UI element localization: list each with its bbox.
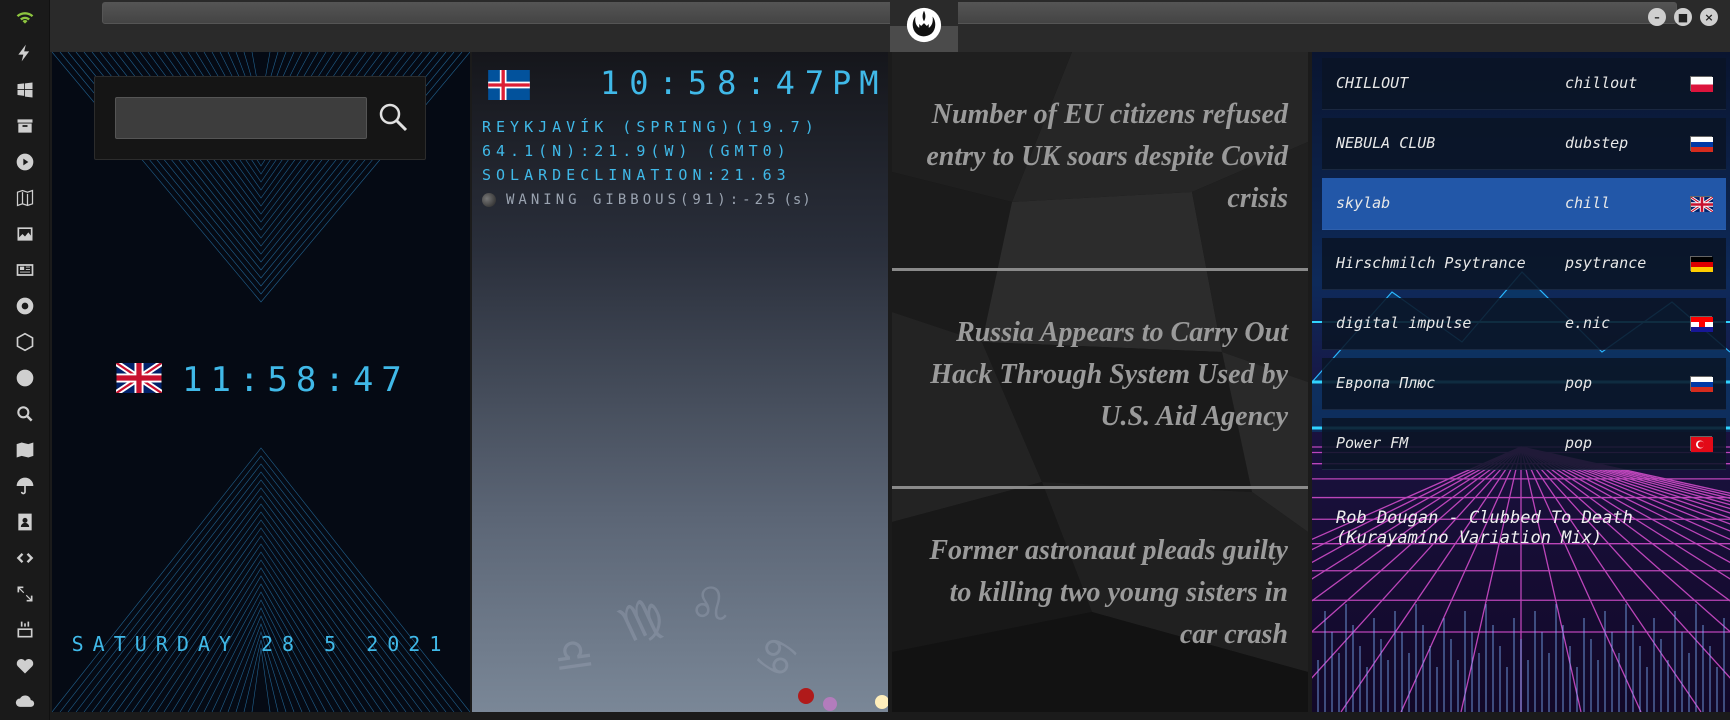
solar-declination-line: SOLARDECLINATION:21.63 <box>482 166 791 184</box>
station-row[interactable]: digital impulse e.nic <box>1322 298 1726 350</box>
zodiac-cancer-icon: ♋ <box>745 623 808 691</box>
world-time-ampm: PM <box>832 64 887 102</box>
station-name: Европа Плюс <box>1336 374 1436 392</box>
station-row[interactable]: CHILLOUT chillout <box>1322 58 1726 110</box>
station-row[interactable]: Hirschmilch Psytrance psytrance <box>1322 238 1726 290</box>
news-headline[interactable]: Former astronaut pleads guilty to killin… <box>912 530 1288 656</box>
station-row[interactable]: skylab chill <box>1322 178 1726 230</box>
globe-icon[interactable] <box>12 365 38 391</box>
station-row[interactable]: Европа Плюс pop <box>1322 358 1726 410</box>
news-divider <box>892 268 1308 271</box>
umbrella-icon[interactable] <box>12 473 38 499</box>
settings-cog-icon[interactable] <box>12 293 38 319</box>
maximize-button[interactable]: ■ <box>1674 8 1692 26</box>
moon-icon <box>482 193 496 207</box>
map-icon[interactable] <box>12 437 38 463</box>
local-clock: 11:58:47 PM <box>116 360 470 400</box>
croatia-flag-icon <box>1690 316 1713 332</box>
map-book-icon[interactable] <box>12 185 38 211</box>
news-divider <box>892 486 1308 489</box>
station-name: Hirschmilch Psytrance <box>1336 254 1526 272</box>
city-line: REYKJAVÍK (SPRING)(19.7) <box>482 118 819 136</box>
station-name: Power FM <box>1336 434 1409 452</box>
world-time: 10:58:47 <box>600 64 835 102</box>
minimize-button[interactable]: – <box>1648 8 1666 26</box>
network-icon[interactable] <box>12 329 38 355</box>
play-icon[interactable] <box>12 149 38 175</box>
now-playing-title: Rob Dougan - Clubbed To Death (Kurayamin… <box>1336 508 1633 548</box>
heart-icon[interactable] <box>12 653 38 679</box>
zodiac-leo-icon: ♌ <box>682 574 737 638</box>
germany-flag-icon <box>1690 256 1713 272</box>
news-panel: Number of EU citizens refused entry to U… <box>892 52 1308 712</box>
local-clock-panel: 11:58:47 PM SATURDAY 28 5 2021 <box>52 52 470 712</box>
coordinates-line: 64.1(N):21.9(W) (GMT0) <box>482 142 791 160</box>
icon-rail <box>0 0 50 720</box>
wifi-icon[interactable] <box>12 4 38 30</box>
date-display: SATURDAY 28 5 2021 <box>71 632 451 656</box>
station-row[interactable]: NEBULA CLUB dubstep <box>1322 118 1726 170</box>
contacts-icon[interactable] <box>12 509 38 535</box>
uk-flag-icon <box>1690 195 1714 214</box>
station-genre: dubstep <box>1565 134 1629 152</box>
station-genre: e.nic <box>1565 314 1611 332</box>
top-bar: – ■ × <box>50 0 1730 52</box>
news-icon[interactable] <box>12 257 38 283</box>
station-genre: pop <box>1565 434 1593 452</box>
russia-flag-icon <box>1690 136 1713 152</box>
turkey-flag-icon <box>1690 436 1713 452</box>
world-clock-panel: 10:58:47 PM REYKJAVÍK (SPRING)(19.7) 64.… <box>472 52 888 712</box>
search-icon[interactable] <box>12 401 38 427</box>
news-headline[interactable]: Number of EU citizens refused entry to U… <box>912 94 1288 220</box>
lightning-icon[interactable] <box>12 40 38 66</box>
local-time: 11:58:47 PM <box>182 360 470 400</box>
station-name: skylab <box>1336 194 1391 212</box>
radio-panel: CHILLOUT chillout NEBULA CLUB dubstep skylab… <box>1312 52 1730 712</box>
station-name: CHILLOUT <box>1336 74 1409 92</box>
rebel-alliance-icon <box>906 7 942 43</box>
moon-phase-line: WANING GIBBOUS(91):-25 (s) <box>482 192 812 208</box>
home-tab[interactable] <box>890 0 958 52</box>
station-name: NEBULA CLUB <box>1336 134 1436 152</box>
planet-markers <box>798 688 888 711</box>
archive-icon[interactable] <box>12 113 38 139</box>
station-genre: psytrance <box>1565 254 1647 272</box>
station-genre: chillout <box>1565 74 1638 92</box>
magnifier-icon <box>379 103 408 132</box>
uk-flag-icon <box>116 363 162 397</box>
station-row[interactable]: Power FM pop <box>1322 418 1726 470</box>
search-widget <box>94 76 426 160</box>
station-genre: chill <box>1565 194 1611 212</box>
windows-icon[interactable] <box>12 77 38 103</box>
zodiac-libra-icon: ♎ <box>550 627 597 684</box>
russia-flag-icon <box>1690 376 1713 392</box>
image-icon[interactable] <box>12 221 38 247</box>
search-button[interactable] <box>377 101 409 133</box>
poland-flag-icon <box>1690 76 1713 92</box>
search-input[interactable] <box>115 97 367 139</box>
fullscreen-icon[interactable] <box>12 581 38 607</box>
close-button[interactable]: × <box>1700 8 1718 26</box>
news-headline[interactable]: Russia Appears to Carry Out Hack Through… <box>912 312 1288 438</box>
station-genre: pop <box>1565 374 1593 392</box>
zodiac-virgo-icon: ♍ <box>610 585 673 655</box>
iceland-flag-icon <box>486 70 532 104</box>
station-name: digital impulse <box>1336 314 1472 332</box>
cloud-icon[interactable] <box>12 688 38 714</box>
code-icon[interactable] <box>12 545 38 571</box>
youtube-icon[interactable] <box>12 617 38 643</box>
